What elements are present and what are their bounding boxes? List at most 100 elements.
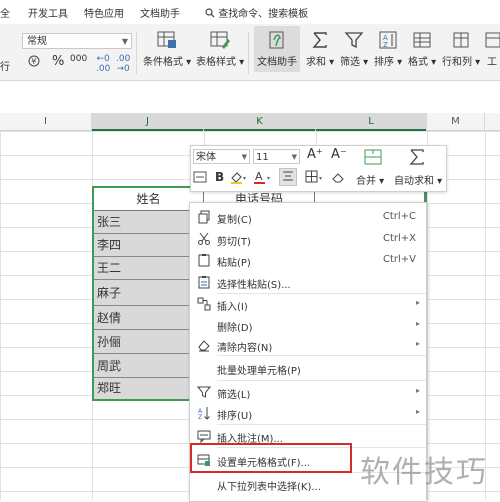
ribbon-tab-bar: 全 开发工具 特色应用 文档助手 查找命令、搜索模板 (0, 0, 500, 24)
currency-icon: ¥ (28, 55, 40, 67)
svg-text:Z: Z (383, 41, 388, 49)
menu-separator (217, 355, 426, 356)
conditional-format-button[interactable]: 条件格式 ▾ (143, 30, 191, 68)
menu-item-paste[interactable]: 粘贴(P) Ctrl+V (190, 249, 426, 271)
conditional-format-label: 条件格式 (143, 57, 183, 68)
svg-text:▾: ▾ (243, 175, 246, 182)
conditional-format-icon (157, 31, 177, 48)
chevron-down-icon: ▼ (121, 37, 128, 46)
search-icon (205, 8, 215, 18)
increase-font-button[interactable]: A⁺ (307, 147, 323, 162)
menu-item-insert[interactable]: 插入(I) ▸ (190, 293, 426, 315)
menu-item-label: 批量处理单元格(P) (217, 366, 301, 377)
menu-item-paste-special[interactable]: 选择性粘贴(S)... (190, 271, 426, 293)
eraser-icon[interactable] (331, 170, 345, 187)
filter-button[interactable]: 筛选 ▾ (340, 30, 368, 68)
sum-button[interactable]: 求和 ▾ (306, 30, 334, 68)
sort-button[interactable]: AZ 排序 ▾ (374, 30, 402, 68)
menu-item-label: 从下拉列表中选择(K)... (217, 482, 321, 493)
worksheet-icon (485, 32, 500, 48)
menu-item-batch-process[interactable]: 批量处理单元格(P) (190, 357, 426, 379)
ribbon-row-label[interactable]: 行 (0, 58, 10, 73)
currency-format-button[interactable]: ¥ (28, 55, 40, 70)
tab-full[interactable]: 全 (0, 5, 10, 20)
autosum-icon[interactable] (407, 148, 427, 169)
filter-label: 筛选 (340, 57, 360, 68)
worksheet-button[interactable]: 工 (484, 30, 500, 68)
column-header-i[interactable]: I (0, 113, 92, 130)
increase-decimal-icon[interactable]: ←0.00 (96, 54, 110, 74)
name-cell[interactable]: 王二 (94, 257, 190, 280)
doc-assistant-button[interactable]: 文档助手 (254, 26, 300, 72)
submenu-arrow-icon: ▸ (415, 319, 420, 328)
number-format-select[interactable]: 常规 ▼ (22, 33, 132, 49)
submenu-arrow-icon: ▸ (415, 339, 420, 348)
name-cell[interactable]: 麻子 (94, 280, 190, 306)
name-cell[interactable]: 周武 (94, 354, 190, 378)
worksheet-label: 工 (487, 57, 497, 68)
menu-item-label: 筛选(L) (217, 390, 251, 401)
number-format-value: 常规 (27, 36, 47, 47)
comment-icon (197, 430, 211, 443)
rows-columns-button[interactable]: 行和列 ▾ (442, 30, 480, 68)
menu-item-clear-contents[interactable]: 清除内容(N) ▸ (190, 334, 426, 356)
format-button[interactable]: 格式 ▾ (408, 30, 436, 68)
menu-item-label: 剪切(T) (217, 237, 251, 248)
menu-item-label: 插入(I) (217, 302, 248, 313)
tab-special-apps[interactable]: 特色应用 (84, 5, 124, 20)
name-cell[interactable]: 李四 (94, 234, 190, 257)
menu-item-shortcut: Ctrl+C (382, 211, 416, 222)
highlight-box (190, 443, 352, 473)
tab-developer-tools[interactable]: 开发工具 (28, 5, 68, 20)
command-search[interactable]: 查找命令、搜索模板 (205, 5, 308, 20)
table-style-button[interactable]: 表格样式 ▾ (196, 30, 244, 68)
menu-item-copy[interactable]: 复制(C) Ctrl+C (190, 206, 426, 228)
svg-text:¥: ¥ (31, 57, 36, 66)
name-cell[interactable]: 郑旺 (94, 378, 190, 399)
autosum-button[interactable]: 自动求和 ▾ (394, 172, 442, 187)
font-size-select[interactable]: 11 ▼ (253, 149, 300, 164)
column-header-bar: I J K L M (0, 113, 500, 131)
column-header-m[interactable]: M (427, 113, 485, 130)
menu-item-shortcut: Ctrl+V (382, 254, 416, 265)
font-name-select[interactable]: 宋体 ▼ (193, 149, 250, 164)
column-header-next[interactable] (485, 113, 500, 130)
submenu-arrow-icon: ▸ (415, 386, 420, 395)
menu-item-cut[interactable]: 剪切(T) Ctrl+X (190, 228, 426, 250)
column-header-l[interactable]: L (316, 113, 427, 131)
merge-button[interactable]: 合并 ▾ (356, 172, 384, 187)
sort-label: 排序 (374, 57, 394, 68)
name-cell[interactable]: 赵倩 (94, 306, 190, 330)
header-cell-name[interactable]: 姓名 (94, 188, 204, 211)
font-color-icon[interactable]: A ▾ (253, 170, 273, 187)
percent-button[interactable]: % (52, 54, 64, 69)
menu-item-filter[interactable]: 筛选(L) ▸ (190, 381, 426, 403)
font-size-value: 11 (256, 152, 269, 163)
borders-icon[interactable]: ▾ (305, 170, 325, 187)
merge-icon[interactable] (363, 148, 383, 169)
sum-label: 求和 (306, 57, 326, 68)
ribbon-toolbar: 行 常规 ▼ ¥ % 000 ←0.00 .00 →0 条件格式 ▾ 表格样式 ▾… (0, 24, 500, 81)
menu-item-shortcut: Ctrl+X (382, 233, 416, 244)
autosum-label: 自动求和 (394, 176, 434, 187)
column-header-j[interactable]: J (92, 113, 204, 131)
menu-item-sort[interactable]: AZ 排序(U) ▸ (190, 402, 426, 424)
column-header-k[interactable]: K (204, 113, 316, 131)
name-cell[interactable]: 孙俪 (94, 330, 190, 354)
table-style-icon (210, 31, 231, 49)
name-cell[interactable]: 张三 (94, 211, 190, 234)
tab-doc-assistant[interactable]: 文档助手 (140, 5, 180, 20)
rows-columns-icon (453, 32, 469, 48)
thousands-separator-button[interactable]: 000 (70, 54, 87, 64)
sort-icon: AZ (379, 31, 397, 49)
bold-button[interactable]: B (215, 170, 224, 184)
chevron-down-icon: ▼ (241, 153, 247, 161)
decrease-decimal-icon[interactable]: .00 →0 (116, 54, 130, 74)
ribbon-divider (248, 32, 249, 74)
fill-color-icon[interactable]: ▾ (229, 170, 249, 187)
menu-item-delete[interactable]: 删除(D) ▸ (190, 314, 426, 336)
align-center-button[interactable] (279, 168, 297, 186)
decrease-font-button[interactable]: A⁻ (331, 147, 347, 162)
merge-label: 合并 (356, 176, 376, 187)
format-painter-icon[interactable] (193, 171, 207, 186)
